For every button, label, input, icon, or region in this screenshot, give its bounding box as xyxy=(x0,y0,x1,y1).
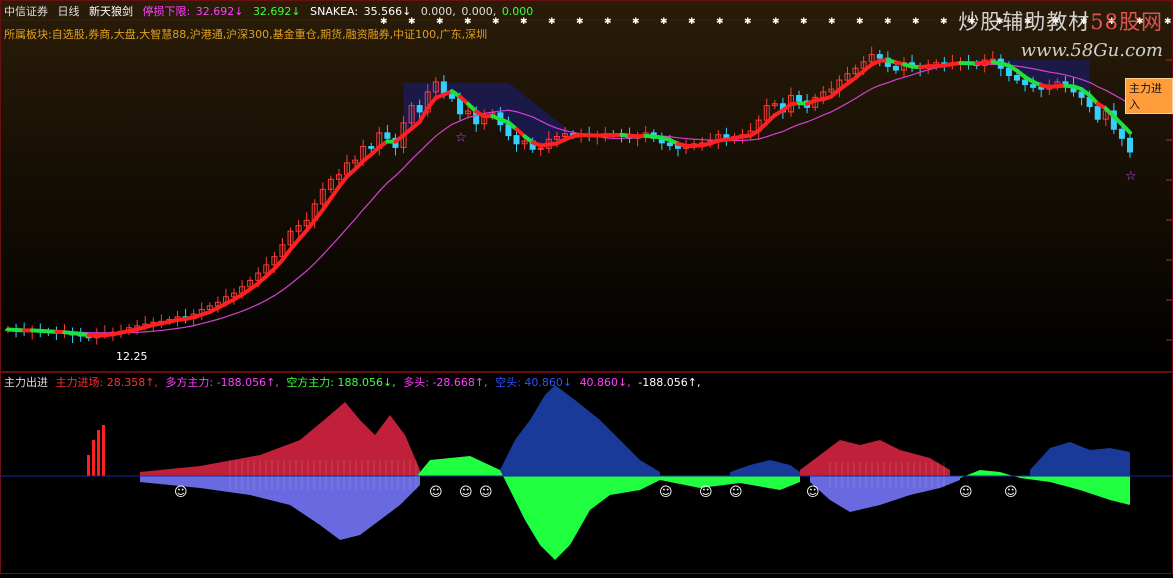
signal-dot: ✱ xyxy=(660,17,668,27)
snake-value: 35.566↓ xyxy=(364,5,412,18)
candle-body xyxy=(1006,68,1011,75)
signal-dot: ✱ xyxy=(716,17,724,27)
volume-bar xyxy=(97,430,100,476)
candle-body xyxy=(1095,106,1100,119)
signal-dot: ✱ xyxy=(688,17,696,27)
smiley-icon: ☺ xyxy=(479,485,493,500)
signal-dot: ✱ xyxy=(800,17,808,27)
bear-label: 空头: xyxy=(495,376,521,389)
candle-body xyxy=(417,106,422,112)
candle-body xyxy=(1023,80,1028,85)
candle-body xyxy=(514,136,519,144)
top-header: 中信证券 日线 新天狼剑 停损下限: 32.692↓ 32.692↓ SNAKE… xyxy=(4,3,539,19)
candle-body xyxy=(797,96,802,101)
zero-1: 0.000, xyxy=(421,5,456,18)
smiley-icon: ☺ xyxy=(659,485,673,500)
long-label: 多方主力: xyxy=(165,376,213,389)
bear-value: 40.860↓ xyxy=(524,376,572,389)
short-label: 空方主力: xyxy=(286,376,334,389)
low-price-label: 12.25 xyxy=(116,350,148,363)
candle-body xyxy=(1014,76,1019,81)
value2: 32.692↓ xyxy=(253,5,301,18)
main-force-badge: 主力进入 xyxy=(1125,78,1173,114)
candle-body xyxy=(893,66,898,70)
candle-body xyxy=(1119,129,1124,138)
lower-header: 主力出进 主力进场: 28.358↑, 多方主力: -188.056↑, 空方主… xyxy=(4,374,704,390)
candle-body xyxy=(1031,85,1036,88)
volume-bar xyxy=(102,425,105,476)
long-value: -188.056↑, xyxy=(217,376,279,389)
zero-3: 0.000 xyxy=(502,5,534,18)
bull-value: -28.668↑, xyxy=(432,376,487,389)
ma-slow-line xyxy=(686,139,694,140)
smiley-icon: ☺ xyxy=(1004,485,1018,500)
signal-dot: ✱ xyxy=(744,17,752,27)
signal-dot: ✱ xyxy=(940,17,948,27)
watermark-text-a: 炒股辅助教材 xyxy=(958,10,1090,34)
signal-dot: ✱ xyxy=(604,17,612,27)
candle-body xyxy=(385,133,390,138)
main-label: 主力进场: xyxy=(56,376,104,389)
limit-value: 32.692↓ xyxy=(196,5,244,18)
candle-body xyxy=(369,147,374,149)
candle-body xyxy=(667,143,672,146)
star-marker: ☆ xyxy=(455,131,467,146)
smiley-icon: ☺ xyxy=(174,485,188,500)
signal-dot: ✱ xyxy=(856,17,864,27)
zero-2: 0.000, xyxy=(461,5,496,18)
smiley-icon: ☺ xyxy=(459,485,473,500)
signal-dot: ✱ xyxy=(576,17,584,27)
ma-slow-line xyxy=(153,330,161,331)
signal-dot: ✱ xyxy=(884,17,892,27)
sector-list: 所属板块:自选股,券商,大盘,大智慧88,沪港通,沪深300,基金重仓,期货,融… xyxy=(4,26,487,42)
snake-label: SNAKEA: xyxy=(310,5,358,18)
candle-body xyxy=(538,148,543,149)
bull-label: 多头: xyxy=(403,376,429,389)
watermark: 炒股辅助教材58股网 www.58Gu.com xyxy=(958,6,1163,61)
indicator-name[interactable]: 新天狼剑 xyxy=(89,5,133,18)
candle-body xyxy=(1128,138,1133,152)
signal-dot: ✱ xyxy=(828,17,836,27)
signal-dot: ✱ xyxy=(1164,17,1172,27)
broker-name: 中信证券 xyxy=(4,5,48,18)
volume-bar xyxy=(92,440,95,476)
smiley-icon: ☺ xyxy=(729,485,743,500)
extra-1: 40.860↓, xyxy=(580,376,631,389)
smiley-icon: ☺ xyxy=(429,485,443,500)
signal-dot: ✱ xyxy=(632,17,640,27)
signal-dot: ✱ xyxy=(548,17,556,27)
signal-dot: ✱ xyxy=(772,17,780,27)
main-value: 28.358↑, xyxy=(107,376,158,389)
smiley-icon: ☺ xyxy=(699,485,713,500)
chart-canvas: ☆☆✱✱✱✱✱✱✱✱✱✱✱✱✱✱✱✱✱✱✱✱✱✱✱✱✱✱✱✱✱✱☺☺☺☺☺☺☺☺… xyxy=(0,0,1173,574)
short-value: 188.056↓, xyxy=(338,376,396,389)
ma-slow-line xyxy=(678,138,686,139)
chart-stage: ☆☆✱✱✱✱✱✱✱✱✱✱✱✱✱✱✱✱✱✱✱✱✱✱✱✱✱✱✱✱✱✱☺☺☺☺☺☺☺☺… xyxy=(0,0,1173,574)
watermark-url: www.58Gu.com xyxy=(958,40,1163,61)
candle-body xyxy=(441,82,446,93)
ma-slow-line xyxy=(500,110,508,111)
volume-bar xyxy=(87,455,90,476)
ma-slow-line xyxy=(605,138,613,139)
watermark-text-b: 58股网 xyxy=(1090,10,1163,34)
candle-body xyxy=(877,55,882,59)
extra-2: -188.056↑, xyxy=(638,376,700,389)
limit-label: 停损下限: xyxy=(143,5,191,18)
smiley-icon: ☺ xyxy=(959,485,973,500)
ma-slow-line xyxy=(145,331,153,332)
smiley-icon: ☺ xyxy=(806,485,820,500)
lower-title: 主力出进 xyxy=(4,376,48,389)
period-label[interactable]: 日线 xyxy=(58,5,80,18)
star-marker: ☆ xyxy=(1125,169,1137,184)
signal-dot: ✱ xyxy=(912,17,920,27)
